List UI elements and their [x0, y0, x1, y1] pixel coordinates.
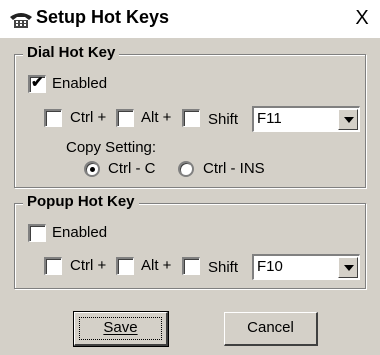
chevron-down-icon[interactable]: [338, 109, 358, 130]
telephone-icon: [10, 13, 32, 28]
popup-alt-checkbox[interactable]: [116, 257, 134, 275]
cancel-button[interactable]: Cancel: [224, 312, 318, 346]
popup-enabled-label: Enabled: [52, 224, 108, 241]
cancel-button-label: Cancel: [247, 319, 294, 336]
dial-ctrl-label: Ctrl +: [70, 109, 107, 126]
radio-ctrl-ins[interactable]: [178, 161, 194, 177]
dial-key-select[interactable]: F11: [252, 106, 360, 132]
popup-shift-label: Shift: [208, 259, 239, 276]
focus-rect: [79, 317, 162, 340]
dial-ctrl-checkbox[interactable]: [44, 109, 62, 127]
dial-shift-checkbox[interactable]: [182, 109, 200, 127]
dial-shift-label: Shift: [208, 111, 239, 128]
save-button[interactable]: Save: [73, 311, 169, 347]
popup-key-value: F10: [257, 258, 283, 275]
popup-key-select[interactable]: F10: [252, 254, 360, 280]
title-bar: Setup Hot Keys X: [0, 0, 380, 38]
popup-alt-label: Alt +: [141, 257, 172, 274]
radio-ctrl-c[interactable]: [84, 161, 100, 177]
dial-key-value: F11: [257, 110, 282, 127]
popup-enabled-checkbox[interactable]: [28, 224, 46, 242]
radio-selected-dot: [90, 167, 95, 172]
radio-ctrl-c-label: Ctrl - C: [108, 160, 156, 177]
popup-ctrl-checkbox[interactable]: [44, 257, 62, 275]
checkmark-icon: ✔: [31, 74, 44, 91]
dial-alt-label: Alt +: [141, 109, 172, 126]
close-button[interactable]: X: [350, 8, 374, 30]
dial-alt-checkbox[interactable]: [116, 109, 134, 127]
dial-enabled-checkbox[interactable]: ✔: [28, 74, 46, 93]
popup-group-title: Popup Hot Key: [23, 193, 139, 210]
copy-setting-label: Copy Setting:: [66, 139, 157, 156]
radio-ctrl-ins-label: Ctrl - INS: [203, 160, 265, 177]
dial-group-title: Dial Hot Key: [23, 44, 120, 61]
dial-enabled-label: Enabled: [52, 75, 108, 92]
chevron-down-icon[interactable]: [338, 257, 358, 278]
popup-shift-checkbox[interactable]: [182, 257, 200, 275]
window-title: Setup Hot Keys: [36, 7, 170, 27]
popup-ctrl-label: Ctrl +: [70, 257, 107, 274]
